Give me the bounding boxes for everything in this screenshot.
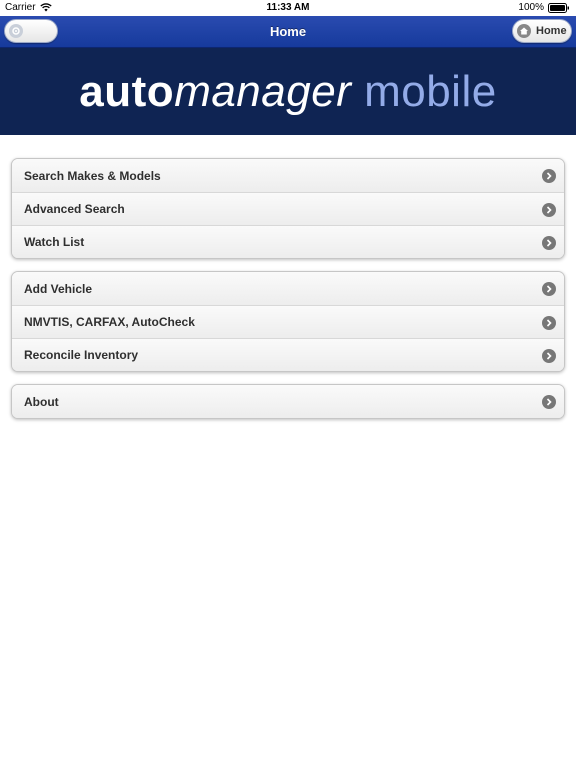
main-content: Search Makes & Models Advanced Search Wa…	[0, 135, 576, 419]
menu-item-advanced-search[interactable]: Advanced Search	[12, 192, 564, 225]
chevron-right-icon	[542, 395, 556, 409]
menu-group-search: Search Makes & Models Advanced Search Wa…	[11, 158, 565, 259]
menu-item-nmvtis-carfax-autocheck[interactable]: NMVTIS, CARFAX, AutoCheck	[12, 305, 564, 338]
menu-item-label: Advanced Search	[24, 202, 125, 216]
menu-group-about: About	[11, 384, 565, 419]
menu-item-label: Reconcile Inventory	[24, 348, 139, 362]
menu-item-search-makes-models[interactable]: Search Makes & Models	[12, 159, 564, 192]
status-right: 100%	[518, 2, 570, 13]
logo-part-auto: auto	[79, 66, 175, 116]
battery-percent: 100%	[518, 2, 544, 13]
logo-part-manager: manager	[174, 66, 352, 116]
menu-item-label: Search Makes & Models	[24, 168, 161, 183]
menu-item-about[interactable]: About	[12, 385, 564, 418]
chevron-right-icon	[542, 236, 556, 250]
chevron-right-icon	[542, 282, 556, 296]
status-time: 11:33 AM	[266, 2, 310, 13]
chevron-right-icon	[542, 349, 556, 363]
nav-bar: Home Home	[0, 16, 576, 48]
menu-group-inventory: Add Vehicle NMVTIS, CARFAX, AutoCheck Re…	[11, 271, 565, 372]
chevron-right-icon	[542, 316, 556, 330]
app-logo: automanager mobile	[79, 67, 496, 117]
status-bar: Carrier 11:33 AM 100%	[0, 0, 576, 16]
home-icon	[517, 24, 531, 38]
home-button[interactable]: Home	[512, 19, 572, 43]
menu-item-reconcile-inventory[interactable]: Reconcile Inventory	[12, 338, 564, 371]
menu-item-label: About	[24, 394, 59, 409]
menu-item-label: NMVTIS, CARFAX, AutoCheck	[24, 315, 195, 329]
app-banner: automanager mobile	[0, 48, 576, 135]
battery-icon	[548, 2, 569, 13]
menu-item-watch-list[interactable]: Watch List	[12, 225, 564, 258]
menu-item-label: Add Vehicle	[24, 281, 93, 296]
chevron-right-icon	[542, 203, 556, 217]
menu-item-add-vehicle[interactable]: Add Vehicle	[12, 272, 564, 305]
page-title: Home	[269, 24, 307, 39]
chevron-right-icon	[542, 169, 556, 183]
menu-item-label: Watch List	[24, 235, 85, 249]
logo-part-mobile: mobile	[351, 66, 497, 116]
home-button-label: Home	[536, 25, 567, 37]
